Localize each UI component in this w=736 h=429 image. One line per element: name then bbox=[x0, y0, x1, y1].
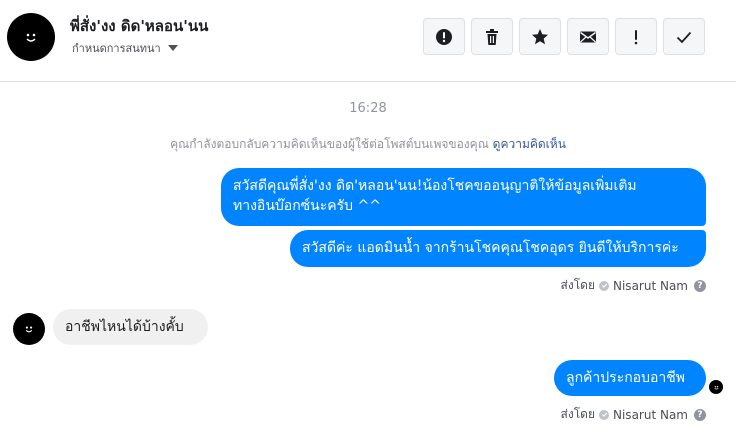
smiley-face-icon bbox=[714, 385, 718, 389]
star-icon bbox=[532, 28, 548, 44]
assign-conversation-dropdown[interactable]: กำหนดการสนทนา bbox=[72, 39, 178, 57]
sent-by-info: ส่งโดย Nisarut Nam ? bbox=[561, 276, 706, 295]
envelope-icon bbox=[580, 31, 596, 42]
sender-name: Nisarut Nam bbox=[613, 407, 688, 422]
sent-by-info: ส่งโดย Nisarut Nam ? bbox=[561, 405, 706, 424]
message-text-line: ทางอินบ๊อกซ์นะครับ ^^ bbox=[233, 198, 381, 214]
seen-by-avatar bbox=[709, 380, 723, 394]
mark-done-button[interactable] bbox=[663, 18, 705, 55]
conversation-toolbar bbox=[423, 18, 705, 55]
help-icon[interactable]: ? bbox=[694, 408, 706, 421]
checkmark-icon bbox=[676, 31, 692, 43]
follow-up-button[interactable] bbox=[615, 18, 657, 55]
mark-unread-button[interactable] bbox=[567, 18, 609, 55]
sent-by-label: ส่งโดย bbox=[560, 278, 595, 292]
exclamation-icon bbox=[634, 29, 638, 44]
incoming-message[interactable]: อาชีพไหนได้บ้างคั้บ bbox=[53, 309, 208, 345]
verified-check-icon bbox=[599, 280, 609, 291]
mark-spam-button[interactable] bbox=[423, 18, 465, 55]
message-text: สวัสดีค่ะ แอดมินน้ำ จากร้านโชคคุณโชคอุดร… bbox=[302, 240, 679, 256]
message-text-line: สวัสดีคุณพี่สั่ง'งง ดิด'หลอน'นน!น้องโชคข… bbox=[233, 178, 637, 194]
message-text: อาชีพไหนได้บ้างคั้บ bbox=[65, 319, 184, 335]
outgoing-message[interactable]: สวัสดีค่ะ แอดมินน้ำ จากร้านโชคคุณโชคอุดร… bbox=[290, 230, 706, 267]
sent-by-label: ส่งโดย bbox=[560, 407, 595, 421]
notice-text: คุณกำลังตอบกลับความคิดเห็นของผู้ใช้ต่อโพ… bbox=[170, 137, 489, 151]
delete-button[interactable] bbox=[471, 18, 513, 55]
alert-circle-icon bbox=[436, 28, 452, 45]
contact-name[interactable]: พี่สั่ง'งง ดิด'หลอน'นน bbox=[70, 14, 208, 38]
trash-icon bbox=[486, 28, 498, 45]
caret-down-icon bbox=[167, 45, 178, 51]
contact-avatar[interactable] bbox=[7, 13, 55, 61]
message-text: ลูกค้าประกอบอาชีพ bbox=[566, 370, 685, 386]
sender-name: Nisarut Nam bbox=[613, 278, 688, 293]
assign-conversation-label: กำหนดการสนทนา bbox=[72, 42, 161, 55]
smiley-face-icon bbox=[25, 326, 33, 333]
comment-reply-notice: คุณกำลังตอบกลับความคิดเห็นของผู้ใช้ต่อโพ… bbox=[0, 135, 736, 154]
view-comment-link[interactable]: ดูความคิดเห็น bbox=[493, 137, 566, 151]
message-timestamp: 16:28 bbox=[349, 101, 387, 116]
user-avatar[interactable] bbox=[13, 313, 45, 345]
help-icon[interactable]: ? bbox=[694, 279, 706, 292]
outgoing-message[interactable]: สวัสดีคุณพี่สั่ง'งง ดิด'หลอน'นน!น้องโชคข… bbox=[221, 168, 706, 226]
smiley-face-icon bbox=[26, 33, 36, 42]
conversation-header: พี่สั่ง'งง ดิด'หลอน'นน กำหนดการสนทนา bbox=[0, 0, 736, 82]
verified-check-icon bbox=[599, 409, 609, 420]
outgoing-message[interactable]: ลูกค้าประกอบอาชีพ bbox=[554, 360, 706, 396]
star-button[interactable] bbox=[519, 18, 561, 55]
